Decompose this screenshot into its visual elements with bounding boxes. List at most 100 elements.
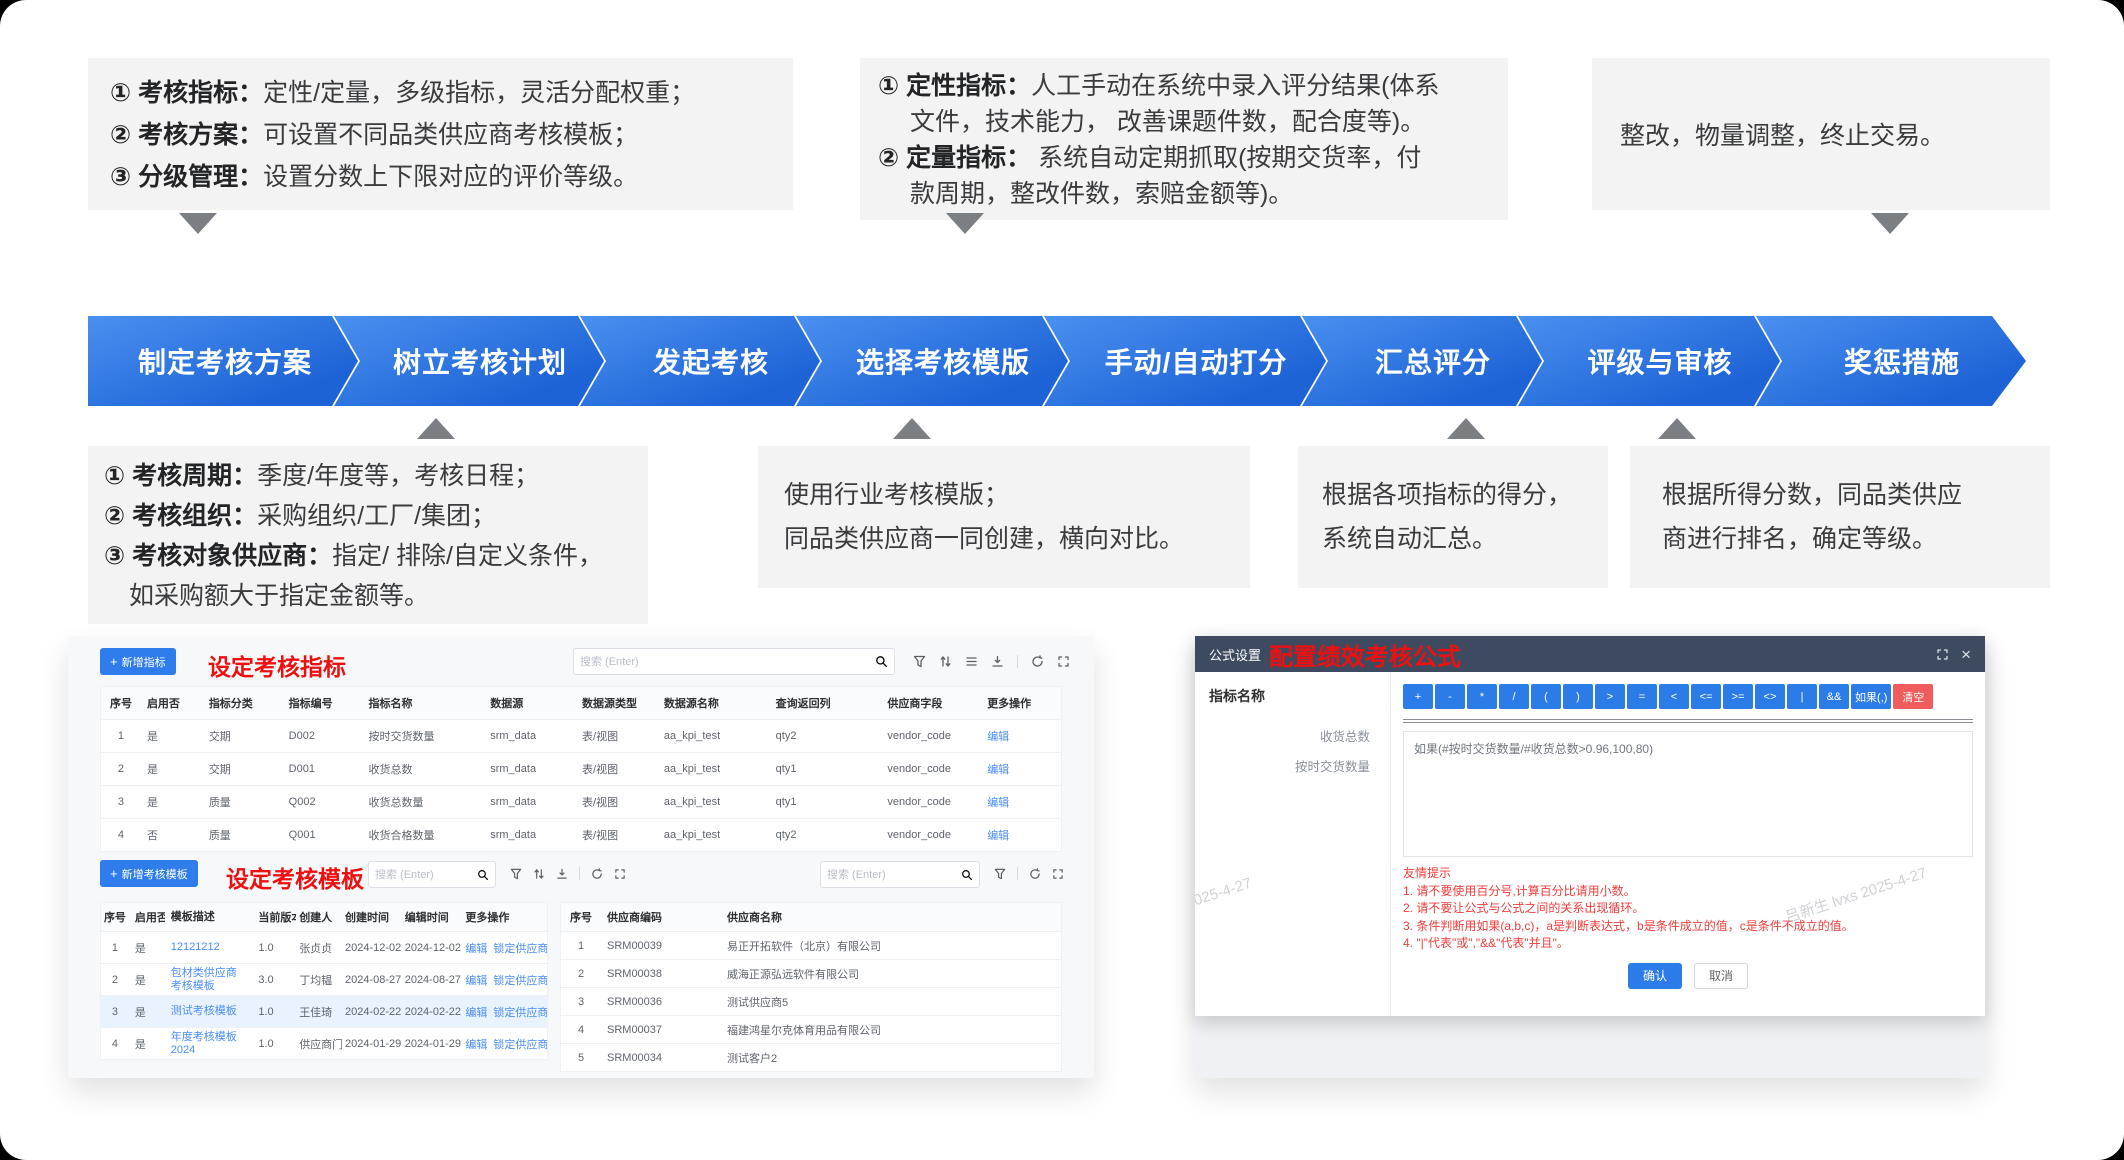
operator-button[interactable]: > — [1595, 684, 1625, 709]
operator-button[interactable]: + — [1403, 684, 1433, 709]
formula-editor: +-*/()>=<<=>=<>|&&如果(,) 清空 如果(#按时交货数量/#收… — [1391, 672, 1985, 1016]
operator-button[interactable]: * — [1467, 684, 1497, 709]
lock-supplier-link[interactable]: 锁定供应商 — [493, 1036, 547, 1052]
cancel-button[interactable]: 取消 — [1694, 963, 1748, 989]
flow-step-label: 制定考核方案 — [138, 341, 312, 381]
table-row[interactable]: 2 SRM00038 威海正源弘远软件有限公司 — [561, 959, 1061, 987]
filter-icon[interactable] — [510, 868, 522, 880]
hint-line: 2. 请不要让公式与公式之间的关系出现循环。 — [1403, 900, 1973, 918]
edit-link[interactable]: 编辑 — [465, 1004, 487, 1020]
lock-supplier-link[interactable]: 锁定供应商 — [493, 1004, 547, 1020]
sort-icon[interactable] — [939, 655, 952, 668]
column-header: 当前版本 — [252, 903, 296, 931]
hint-line: 友情提示 — [1403, 865, 1973, 883]
flow-step: 手动/自动打分 — [1044, 316, 1326, 406]
table-row[interactable]: 3 SRM00036 测试供应商5 — [561, 987, 1061, 1015]
expand-icon[interactable] — [1052, 868, 1064, 880]
arrow-up-icon — [417, 418, 455, 439]
table-row[interactable]: 4 SRM00037 福建鸿星尔克体育用品有限公司 — [561, 1015, 1061, 1043]
edit-link[interactable]: 编辑 — [981, 786, 1061, 818]
edit-link[interactable]: 编辑 — [981, 720, 1061, 752]
column-header: 启用否 — [141, 687, 203, 719]
arrow-up-icon — [893, 418, 931, 439]
formula-textarea[interactable]: 如果(#按时交货数量/#收货总数>0.96,100,80) — [1403, 731, 1973, 857]
sidebar-item-indicator[interactable]: 收货总数 — [1209, 722, 1370, 752]
operator-button[interactable]: <= — [1691, 684, 1721, 709]
search-icon — [477, 869, 489, 881]
edit-link[interactable]: 编辑 — [981, 753, 1061, 785]
table-row[interactable]: 1是 12121212 1.0张贞贞 2024-12-022024-12-02 … — [101, 931, 547, 963]
operator-button[interactable]: && — [1819, 684, 1849, 709]
table-row[interactable]: 4是 年度考核模板2024 1.0供应商门户 2024-01-292024-01… — [101, 1027, 547, 1059]
refresh-icon[interactable] — [1029, 868, 1041, 880]
operator-button[interactable]: < — [1659, 684, 1689, 709]
filter-icon[interactable] — [913, 655, 926, 668]
operator-button[interactable]: - — [1435, 684, 1465, 709]
note-line: 使用行业考核模版； — [784, 473, 1224, 517]
operator-button[interactable]: | — [1787, 684, 1817, 709]
expand-icon[interactable] — [614, 868, 626, 880]
screenshot-formula-dialog: 公式设置 配置绩效考核公式 × 指标名称 收货总数按时交货数量 +-*/()>=… — [1195, 636, 1985, 1078]
edit-link[interactable]: 编辑 — [981, 819, 1061, 851]
indicator-search[interactable] — [573, 648, 895, 675]
table-row[interactable]: 3是 测试考核模板 1.0王佳琦 2024-02-222024-02-22 编辑… — [101, 995, 547, 1027]
table-row[interactable]: 3是 质量Q002 收货总数量srm_data 表/视图aa_kpi_test … — [101, 785, 1061, 818]
search-input[interactable] — [821, 869, 961, 881]
template-link[interactable]: 测试考核模板 — [165, 996, 253, 1027]
search-input[interactable] — [369, 869, 477, 881]
close-icon[interactable]: × — [1961, 646, 1971, 663]
refresh-icon[interactable] — [1031, 655, 1044, 668]
operator-button[interactable]: ( — [1531, 684, 1561, 709]
note-box-plan-setup: ① 考核指标：定性/定量，多级指标，灵活分配权重；② 考核方案：可设置不同品类供… — [88, 58, 793, 210]
edit-link[interactable]: 编辑 — [465, 940, 487, 956]
column-header: 编辑时间 — [402, 903, 462, 931]
sort-icon[interactable] — [533, 868, 545, 880]
template-link[interactable]: 年度考核模板2024 — [165, 1028, 253, 1059]
lock-supplier-link[interactable]: 锁定供应商 — [493, 972, 547, 988]
edit-link[interactable]: 编辑 — [465, 972, 487, 988]
confirm-button[interactable]: 确认 — [1628, 963, 1682, 989]
template-link[interactable]: 12121212 — [165, 932, 253, 963]
operator-button[interactable]: <> — [1755, 684, 1785, 709]
expand-icon[interactable] — [1936, 648, 1949, 661]
add-indicator-button[interactable]: + 新增指标 — [100, 648, 176, 675]
note-line: 款周期，整改件数，索赔金额等)。 — [878, 176, 1490, 212]
operator-button[interactable]: 如果(,) — [1851, 684, 1891, 709]
lock-supplier-link[interactable]: 锁定供应商 — [493, 940, 547, 956]
note-line: ② 定量指标： 系统自动定期抓取(按期交货率，付 — [878, 140, 1490, 176]
operator-button[interactable]: >= — [1723, 684, 1753, 709]
edit-link[interactable]: 编辑 — [465, 1036, 487, 1052]
column-header: 模板描述 — [165, 903, 253, 931]
table-row[interactable]: 5 SRM00034 测试客户2 — [561, 1043, 1061, 1071]
note-line: 整改，物量调整，终止交易。 — [1620, 116, 1945, 152]
dialog-footer: 确认 取消 — [1403, 963, 1973, 989]
note-box-measures: 整改，物量调整，终止交易。 — [1592, 58, 2050, 210]
download-icon[interactable] — [556, 868, 568, 880]
sidebar-item-indicator[interactable]: 按时交货数量 — [1209, 752, 1370, 782]
supplier-search[interactable] — [820, 861, 980, 888]
toolbar-divider — [1017, 867, 1018, 880]
table-header: 序号启用否模板描述当前版本创建人创建时间编辑时间更多操作 — [101, 903, 547, 931]
table-row[interactable]: 2是 包材类供应商考核模板 3.0丁均韫 2024-08-272024-08-2… — [101, 963, 547, 995]
column-header: 供应商字段 — [881, 687, 981, 719]
note-box-indicator-types: ① 定性指标：人工手动在系统中录入评分结果(体系 文件，技术能力， 改善课题件数… — [860, 58, 1508, 220]
table-row[interactable]: 1 SRM00039 易正开拓软件（北京）有限公司 — [561, 931, 1061, 959]
operator-button[interactable]: ) — [1563, 684, 1593, 709]
filter-icon[interactable] — [994, 868, 1006, 880]
table-row[interactable]: 1是 交期D002 按时交货数量srm_data 表/视图aa_kpi_test… — [101, 719, 1061, 752]
download-icon[interactable] — [991, 655, 1004, 668]
list-icon[interactable] — [965, 655, 978, 668]
search-input[interactable] — [574, 656, 875, 668]
operator-button[interactable]: = — [1627, 684, 1657, 709]
table-row[interactable]: 4否 质量Q001 收货合格数量srm_data 表/视图aa_kpi_test… — [101, 818, 1061, 851]
table-row[interactable]: 2是 交期D001 收货总数srm_data 表/视图aa_kpi_test q… — [101, 752, 1061, 785]
clear-button[interactable]: 清空 — [1893, 684, 1933, 709]
note-line: ① 考核周期：季度/年度等，考核日程； — [104, 456, 632, 496]
operator-button[interactable]: / — [1499, 684, 1529, 709]
add-template-button[interactable]: + 新增考核模板 — [100, 860, 198, 887]
refresh-icon[interactable] — [591, 868, 603, 880]
expand-icon[interactable] — [1057, 655, 1070, 668]
template-link[interactable]: 包材类供应商考核模板 — [165, 964, 253, 995]
note-line: 系统自动汇总。 — [1322, 517, 1584, 561]
template-search[interactable] — [368, 861, 496, 888]
